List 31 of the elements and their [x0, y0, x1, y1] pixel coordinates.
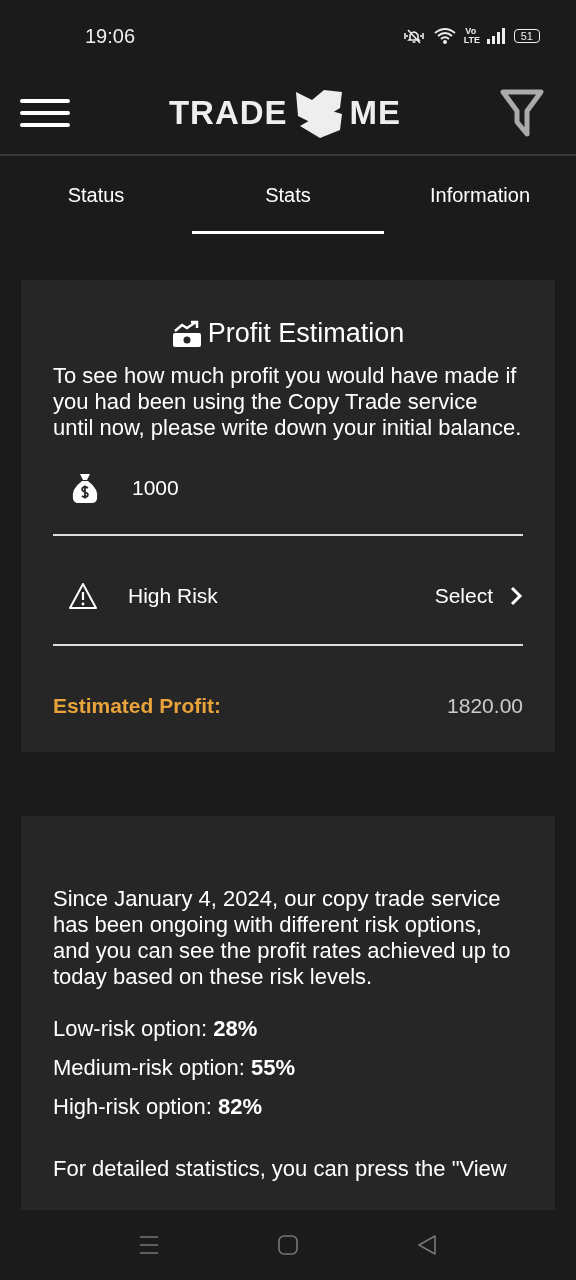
- logo-text: ME: [349, 94, 402, 132]
- result-label: Estimated Profit:: [53, 694, 222, 718]
- status-time: 19:06: [85, 24, 136, 48]
- tab[interactable]: Stats: [192, 156, 384, 234]
- risk-option-text: Low-risk option: 28%: [53, 1016, 259, 1042]
- risk-option-text: Medium-risk option: 55%: [53, 1055, 297, 1081]
- balance-field[interactable]: 1000: [53, 441, 523, 536]
- menu-icon[interactable]: [20, 98, 70, 128]
- signal-icon: [485, 28, 506, 44]
- volte-label: Vo LTE: [463, 27, 478, 45]
- logo-icon: [293, 88, 344, 138]
- home-icon[interactable]: [278, 1235, 298, 1255]
- battery-indicator: 51: [513, 29, 540, 43]
- footer-text: For detailed statistics, you can press the "View: [53, 1156, 508, 1182]
- intro-text: Since January 4, 2024, our copy trade service has been ongoing with different risk options, and you can see the profit rates achieved up to today based on these risk levels.: [53, 886, 512, 990]
- tab[interactable]: Information: [384, 156, 576, 234]
- logo-text: TRADE: [168, 94, 288, 132]
- description-text: To see how much profit you would have made if you had been using the Copy Trade service until now, please write down your initial balance.: [53, 363, 523, 441]
- risk-selector[interactable]: High Risk Select: [53, 536, 523, 646]
- recent-apps-icon[interactable]: [139, 1235, 160, 1255]
- chevron-right-icon: [509, 586, 523, 606]
- card-title: Profit Estimation: [207, 318, 405, 349]
- warning-icon: [68, 582, 98, 610]
- money-chart-icon: [171, 319, 202, 348]
- result-value: 1820.00: [447, 694, 523, 718]
- vibrate-icon: [401, 27, 426, 45]
- risk-option-text: High-risk option: 82%: [53, 1094, 264, 1120]
- back-icon[interactable]: [416, 1235, 437, 1255]
- wifi-icon: [433, 27, 456, 45]
- tab[interactable]: Status: [0, 156, 192, 234]
- filter-icon[interactable]: [500, 89, 544, 137]
